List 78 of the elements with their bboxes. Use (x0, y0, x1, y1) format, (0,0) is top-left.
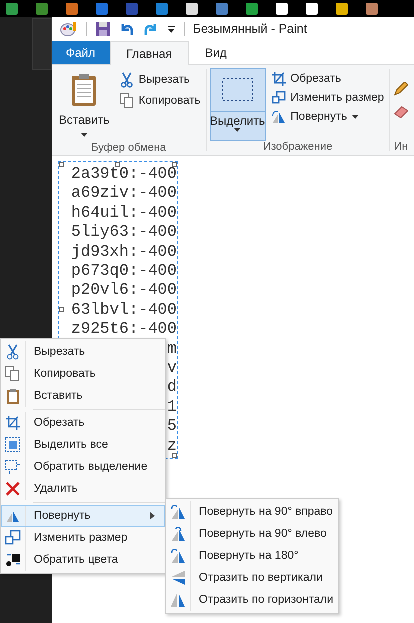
copy-icon (5, 366, 21, 382)
rotate-half-icon (170, 548, 186, 564)
dropdown-icon[interactable] (167, 24, 176, 34)
app-icon[interactable] (366, 2, 378, 14)
app-icon[interactable] (6, 2, 18, 14)
canvas-text: 2a39t0:-400 (71, 165, 177, 184)
crop-icon (272, 72, 286, 86)
resize-icon (272, 91, 286, 105)
rotate-icon (272, 110, 286, 124)
group-label: Ин (394, 141, 408, 153)
copy-icon (120, 93, 134, 109)
canvas-text: d (167, 378, 177, 398)
menu-item[interactable]: Повернуть на 180° (166, 545, 338, 567)
app-icon[interactable] (306, 2, 318, 14)
caret-icon (80, 133, 88, 137)
menu-item[interactable]: Повернуть на 90° вправо (166, 501, 338, 523)
app-icon[interactable] (246, 2, 258, 14)
select-all-icon (5, 437, 21, 453)
canvas-text: m (167, 340, 177, 360)
invert-selection-icon (5, 459, 21, 475)
clipboard-icon (5, 388, 21, 404)
resize-icon (5, 530, 21, 546)
cut-button[interactable]: Вырезать (118, 71, 203, 89)
menu-item[interactable]: Обратить цвета (1, 549, 165, 571)
crop-icon (5, 415, 21, 431)
scissors-icon (5, 344, 21, 360)
select-button[interactable]: Выделить (210, 68, 266, 141)
canvas-text: p20vl6:-400 (71, 281, 177, 301)
scissors-icon (120, 72, 134, 88)
ribbon-tab[interactable]: Главная (110, 41, 190, 65)
canvas-text: z (167, 436, 177, 456)
canvas-text: 5liy63:-400 (71, 223, 177, 243)
redo-icon[interactable] (143, 21, 159, 37)
ribbon-tab[interactable]: Файл (52, 41, 110, 64)
clipboard-icon (71, 73, 98, 107)
menu-item[interactable]: Изменить размер (1, 527, 165, 549)
canvas-text: 63lbvl:-400 (71, 300, 177, 320)
canvas-text: v (167, 359, 177, 378)
rotate-left-icon (170, 526, 186, 542)
group-label: Изображение (263, 141, 333, 153)
invert-colors-icon (5, 552, 21, 568)
canvas-text: jd93xh:-400 (71, 242, 177, 262)
menu-item[interactable]: Удалить (1, 478, 165, 505)
menu-item[interactable]: Повернуть на 90° влево (166, 523, 338, 545)
canvas-text: z925t6:-400 (71, 320, 177, 340)
canvas-text: 1 (167, 398, 177, 418)
group-label: Буфер обмена (92, 142, 166, 154)
caret-icon (352, 115, 360, 119)
submenu-arrow-icon (150, 512, 155, 520)
app-icon[interactable] (336, 2, 348, 14)
app-icon[interactable] (276, 2, 288, 14)
window-title: Безымянный - Paint (193, 22, 308, 36)
selection-icon (222, 78, 254, 102)
canvas-text: a69ziv:-400 (71, 184, 177, 204)
canvas-text: p673q0:-400 (71, 262, 177, 282)
rotate-button[interactable]: Повернуть (270, 109, 386, 125)
resize-button[interactable]: Изменить размер (270, 90, 386, 106)
flip-vertical-icon (170, 570, 186, 586)
save-icon[interactable] (95, 21, 111, 37)
canvas-text: 5 (167, 417, 177, 437)
caret-icon (234, 128, 242, 132)
menu-item[interactable]: Отразить по горизонтали (166, 589, 338, 611)
palette-icon[interactable] (60, 21, 78, 37)
rotate-right-icon (170, 504, 186, 520)
flip-horizontal-icon (170, 592, 186, 608)
undo-icon[interactable] (119, 21, 135, 37)
paste-button[interactable]: Вставить (55, 68, 114, 142)
crop-button[interactable]: Обрезать (270, 71, 386, 87)
canvas-text: h64uil:-400 (71, 204, 177, 224)
delete-icon (5, 481, 21, 497)
app-icon[interactable] (186, 2, 198, 14)
menu-item[interactable]: Повернуть (1, 505, 165, 527)
pencil-icon[interactable] (394, 82, 408, 96)
eraser-icon[interactable] (394, 106, 408, 118)
copy-button[interactable]: Копировать (118, 92, 203, 110)
menu-item[interactable]: Отразить по вертикали (166, 567, 338, 589)
menu-item[interactable]: Обратить выделение (1, 456, 165, 478)
ribbon-tab[interactable]: Вид (189, 41, 243, 64)
